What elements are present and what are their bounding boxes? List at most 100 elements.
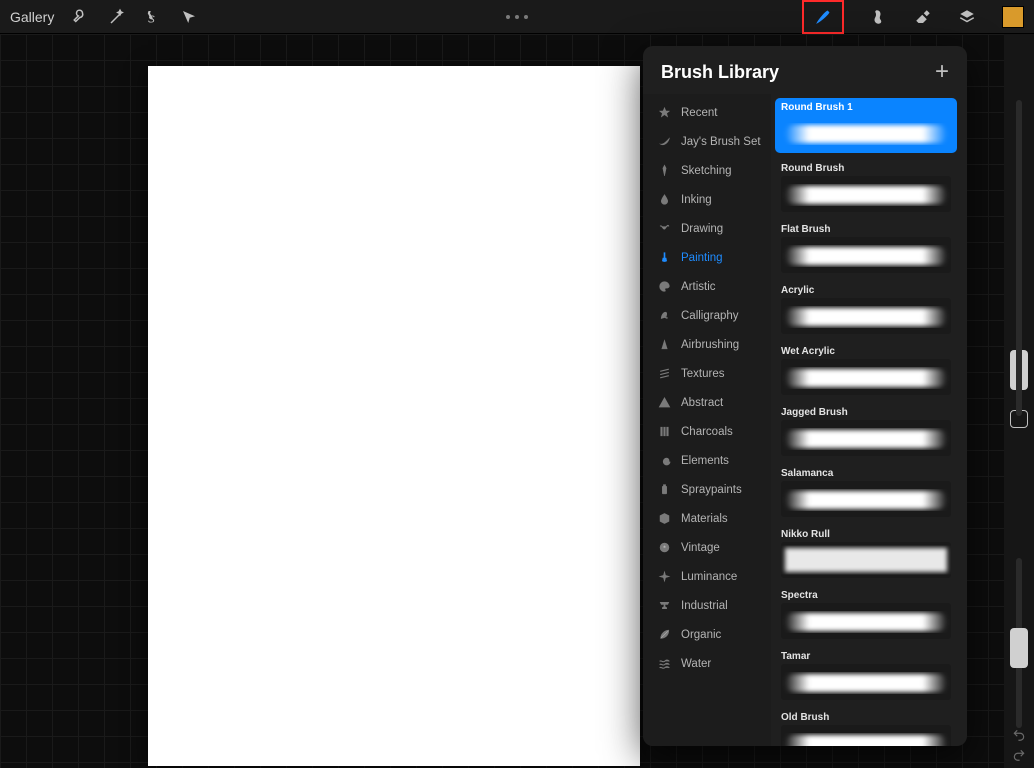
brush-item[interactable]: Jagged Brush xyxy=(775,403,957,458)
brush-stroke-preview xyxy=(781,481,951,517)
overflow-menu-icon[interactable] xyxy=(506,15,528,19)
brush-item[interactable]: Acrylic xyxy=(775,281,957,336)
brush-preview-list: Round Brush 1 Round Brush Flat Brush Acryli… xyxy=(771,94,967,746)
brush-name-label: Round Brush 1 xyxy=(781,102,951,113)
category-item[interactable]: Organic xyxy=(643,620,771,649)
panel-title: Brush Library xyxy=(661,62,779,83)
brush-item[interactable]: Spectra xyxy=(775,586,957,641)
category-item[interactable]: Painting xyxy=(643,243,771,272)
category-label: Spraypaints xyxy=(681,484,742,496)
script-a-icon xyxy=(657,309,671,323)
category-label: Inking xyxy=(681,194,712,206)
category-label: Artistic xyxy=(681,281,716,293)
brush-name-label: Spectra xyxy=(781,590,951,601)
category-label: Jay's Brush Set xyxy=(681,136,761,148)
bars-icon xyxy=(657,425,671,439)
category-label: Vintage xyxy=(681,542,720,554)
cube-icon xyxy=(657,512,671,526)
brush-item[interactable]: Wet Acrylic xyxy=(775,342,957,397)
category-label: Materials xyxy=(681,513,728,525)
opacity-slider[interactable] xyxy=(1010,628,1028,668)
leaf-icon xyxy=(657,628,671,642)
palette-icon xyxy=(657,280,671,294)
brush-name-label: Tamar xyxy=(781,651,951,662)
category-item[interactable]: Materials xyxy=(643,504,771,533)
brush-stroke-preview xyxy=(781,237,951,273)
category-item[interactable]: Artistic xyxy=(643,272,771,301)
category-label: Recent xyxy=(681,107,717,119)
brush-stroke-preview xyxy=(781,115,951,151)
category-item[interactable]: Industrial xyxy=(643,591,771,620)
brush-tool-button[interactable] xyxy=(802,0,844,34)
brush-item[interactable]: Round Brush 1 xyxy=(775,98,957,153)
triangle-icon xyxy=(657,396,671,410)
drop-icon xyxy=(657,193,671,207)
category-item[interactable]: Abstract xyxy=(643,388,771,417)
category-item[interactable]: Elements xyxy=(643,446,771,475)
brush-item[interactable]: Tamar xyxy=(775,647,957,702)
category-item[interactable]: Charcoals xyxy=(643,417,771,446)
layers-icon[interactable] xyxy=(958,8,976,26)
category-item[interactable]: Vintage xyxy=(643,533,771,562)
brush-name-label: Acrylic xyxy=(781,285,951,296)
wand-icon[interactable] xyxy=(108,8,126,26)
cursor-icon[interactable] xyxy=(180,8,198,26)
star-icon xyxy=(657,106,671,120)
waves-icon xyxy=(657,657,671,671)
category-label: Elements xyxy=(681,455,729,467)
brush-item[interactable]: Salamanca xyxy=(775,464,957,519)
category-label: Luminance xyxy=(681,571,737,583)
brush-stroke-preview xyxy=(781,542,951,578)
brush-size-track xyxy=(1016,100,1022,416)
category-label: Abstract xyxy=(681,397,723,409)
eraser-tool-icon[interactable] xyxy=(914,8,932,26)
category-item[interactable]: Sketching xyxy=(643,156,771,185)
smudge-tool-icon[interactable] xyxy=(870,8,888,26)
category-item[interactable]: Jay's Brush Set xyxy=(643,127,771,156)
category-label: Calligraphy xyxy=(681,310,739,322)
brush-stroke-preview xyxy=(781,298,951,334)
brush-item[interactable]: Flat Brush xyxy=(775,220,957,275)
brush-stroke-preview xyxy=(781,420,951,456)
brush-item[interactable]: Nikko Rull xyxy=(775,525,957,580)
brush-name-label: Flat Brush xyxy=(781,224,951,235)
add-brush-button[interactable]: + xyxy=(935,60,949,84)
hatch-icon xyxy=(657,367,671,381)
badge-icon xyxy=(657,541,671,555)
category-item[interactable]: Spraypaints xyxy=(643,475,771,504)
wrench-icon[interactable] xyxy=(72,8,90,26)
brush-name-label: Round Brush xyxy=(781,163,951,174)
category-item[interactable]: Recent xyxy=(643,98,771,127)
category-label: Airbrushing xyxy=(681,339,739,351)
category-label: Textures xyxy=(681,368,724,380)
gallery-button[interactable]: Gallery xyxy=(10,9,54,25)
anvil-icon xyxy=(657,599,671,613)
brush-stroke-preview xyxy=(781,359,951,395)
canvas[interactable] xyxy=(148,66,640,766)
pencil-icon xyxy=(657,164,671,178)
category-label: Organic xyxy=(681,629,721,641)
brush-stroke-preview xyxy=(781,603,951,639)
category-label: Sketching xyxy=(681,165,732,177)
category-item[interactable]: Airbrushing xyxy=(643,330,771,359)
brush-name-label: Wet Acrylic xyxy=(781,346,951,357)
category-item[interactable]: Water xyxy=(643,649,771,678)
brush-stroke-preview xyxy=(781,664,951,700)
can-icon xyxy=(657,483,671,497)
category-label: Charcoals xyxy=(681,426,733,438)
category-item[interactable]: Inking xyxy=(643,185,771,214)
category-item[interactable]: Textures xyxy=(643,359,771,388)
brush-item[interactable]: Round Brush xyxy=(775,159,957,214)
brush-item[interactable]: Old Brush xyxy=(775,708,957,746)
brush-name-label: Nikko Rull xyxy=(781,529,951,540)
brush-category-list: Recent Jay's Brush Set Sketching Inking Draw… xyxy=(643,94,771,746)
redo-icon[interactable] xyxy=(1012,748,1026,762)
color-swatch[interactable] xyxy=(1002,6,1024,28)
category-item[interactable]: Drawing xyxy=(643,214,771,243)
category-item[interactable]: Luminance xyxy=(643,562,771,591)
brush-stroke-preview xyxy=(781,725,951,746)
category-item[interactable]: Calligraphy xyxy=(643,301,771,330)
sparkle-icon xyxy=(657,570,671,584)
select-icon[interactable]: S xyxy=(144,8,162,26)
undo-icon[interactable] xyxy=(1012,728,1026,742)
